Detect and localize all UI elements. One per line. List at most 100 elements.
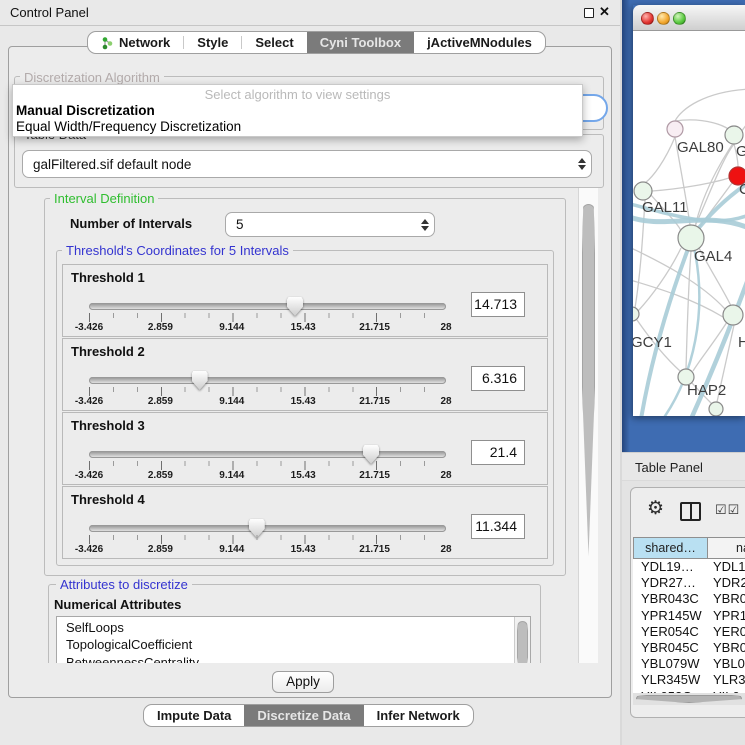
tick-label: 2.859 bbox=[148, 322, 173, 333]
node-top-right[interactable] bbox=[725, 126, 743, 144]
number-of-intervals-value: 5 bbox=[226, 217, 416, 232]
cell: YBR0 bbox=[713, 591, 745, 606]
node-label-c: C bbox=[739, 181, 745, 198]
minimize-traffic-light[interactable] bbox=[657, 12, 670, 25]
tab-impute-data[interactable]: Impute Data bbox=[144, 705, 244, 726]
close-traffic-light[interactable] bbox=[641, 12, 654, 25]
table-row[interactable]: YBR045CYBR0 bbox=[633, 640, 745, 656]
tick-label: 28 bbox=[440, 544, 451, 555]
tab-network[interactable]: Network bbox=[88, 32, 183, 53]
table-row[interactable]: YBR043C YBR0 bbox=[633, 591, 745, 607]
settings-scrollbar[interactable] bbox=[578, 188, 598, 663]
list-scrollbar[interactable] bbox=[514, 617, 530, 663]
table-horizontal-scrollbar[interactable] bbox=[633, 693, 745, 705]
column-header-shared[interactable]: shared… bbox=[633, 537, 708, 559]
cell: YLR3 bbox=[713, 672, 745, 687]
slider-tick-labels: -3.426 2.859 9.144 15.43 21.715 28 bbox=[89, 396, 446, 408]
threshold-4-slider[interactable] bbox=[89, 525, 446, 532]
slider-tick-labels: -3.426 2.859 9.144 15.43 21.715 28 bbox=[89, 544, 446, 556]
table-row[interactable]: YER054C YER0 bbox=[633, 624, 745, 640]
attributes-group-label: Attributes to discretize bbox=[56, 577, 192, 592]
popup-option-manual-discretization[interactable]: Manual Discretization bbox=[16, 103, 155, 118]
slider-ticks bbox=[89, 535, 447, 544]
numerical-attributes-list: SelfLoops TopologicalCoefficient Between… bbox=[56, 616, 531, 663]
tab-jactivemnodules[interactable]: jActiveMNodules bbox=[414, 32, 545, 53]
tab-discretize-data[interactable]: Discretize Data bbox=[244, 705, 363, 726]
threshold-3-value-field[interactable]: 21.4 bbox=[471, 440, 525, 465]
split-columns-icon[interactable] bbox=[680, 502, 701, 521]
tick-label: 21.715 bbox=[359, 322, 390, 333]
threshold-4-label: Threshold 4 bbox=[71, 492, 145, 507]
cell: YER0 bbox=[713, 624, 745, 639]
scrollbar-thumb[interactable] bbox=[636, 695, 742, 703]
tab-style[interactable]: Style bbox=[184, 32, 241, 53]
tick-label: -3.426 bbox=[75, 544, 103, 555]
tick-label: 9.144 bbox=[219, 322, 244, 333]
cell: YDL1 bbox=[713, 559, 745, 574]
table-row[interactable]: YLR345W YLR3 bbox=[633, 672, 745, 688]
table-panel-titlebar: Table Panel bbox=[622, 452, 745, 481]
list-item[interactable]: TopologicalCoefficient bbox=[57, 636, 513, 653]
threshold-3-label: Threshold 3 bbox=[71, 418, 145, 433]
table-data-combobox[interactable]: galFiltered.sif default node bbox=[22, 150, 592, 178]
float-window-icon[interactable] bbox=[584, 8, 594, 18]
zoom-traffic-light[interactable] bbox=[673, 12, 686, 25]
node-h[interactable] bbox=[723, 305, 743, 325]
select-columns-icon[interactable]: ☑☑ bbox=[715, 502, 740, 518]
tab-select[interactable]: Select bbox=[242, 32, 306, 53]
node-bottom[interactable] bbox=[709, 402, 723, 416]
threshold-1-value-field[interactable]: 14.713 bbox=[471, 292, 525, 317]
node-gal80[interactable] bbox=[667, 121, 683, 137]
close-icon[interactable]: ✕ bbox=[599, 4, 610, 20]
threshold-4-value-field[interactable]: 11.344 bbox=[471, 514, 525, 539]
control-panel-tabs: Network Style Select Cyni Toolbox jActiv… bbox=[87, 31, 546, 54]
tick-label: 2.859 bbox=[148, 396, 173, 407]
node-gal11[interactable] bbox=[634, 182, 652, 200]
cell: YBL079W bbox=[641, 656, 700, 671]
tab-jactivemnodules-label: jActiveMNodules bbox=[427, 35, 532, 50]
tick-label: 28 bbox=[440, 396, 451, 407]
tab-cyni-toolbox[interactable]: Cyni Toolbox bbox=[307, 32, 414, 53]
network-view-window: GAL80 GA C GAL11 GAL4 GCY1 H HAP2 bbox=[633, 5, 745, 416]
node-label-gal11: GAL11 bbox=[642, 199, 688, 216]
slider-ticks bbox=[89, 387, 447, 396]
threshold-3-slider[interactable] bbox=[89, 451, 446, 458]
apply-button[interactable]: Apply bbox=[272, 671, 334, 693]
threshold-1-slider[interactable] bbox=[89, 303, 446, 310]
cell: YPR1 bbox=[713, 608, 745, 623]
popup-option-equal-width-frequency[interactable]: Equal Width/Frequency Discretization bbox=[16, 119, 241, 134]
tab-select-label: Select bbox=[255, 35, 293, 50]
number-of-intervals-combobox[interactable]: 5 bbox=[225, 212, 435, 237]
cell: YLR345W bbox=[641, 672, 700, 687]
tab-style-label: Style bbox=[197, 35, 228, 50]
slider-tick-labels: -3.426 2.859 9.144 15.43 21.715 28 bbox=[89, 322, 446, 334]
numerical-attributes-label: Numerical Attributes bbox=[54, 597, 181, 612]
cell: YBR043C bbox=[641, 591, 699, 606]
scrollbar-thumb[interactable] bbox=[517, 621, 528, 663]
table-row[interactable]: YDR27…YDR2 bbox=[633, 575, 745, 591]
table-row[interactable]: YPR145WYPR1 bbox=[633, 608, 745, 624]
network-window-titlebar[interactable] bbox=[633, 5, 745, 31]
threshold-4-panel: Threshold 4 -3.426 2.859 9.144 15.43 21.… bbox=[62, 486, 548, 559]
threshold-1-label: Threshold 1 bbox=[71, 270, 145, 285]
discretization-algorithm-group-label: Discretization Algorithm bbox=[20, 70, 164, 85]
list-item[interactable]: BetweennessCentrality bbox=[57, 654, 513, 663]
table-panel-title: Table Panel bbox=[635, 460, 703, 475]
node-gcy1[interactable] bbox=[633, 307, 639, 321]
node-label-ga: GA bbox=[736, 143, 745, 160]
list-item[interactable]: SelfLoops bbox=[57, 619, 513, 636]
network-canvas[interactable]: GAL80 GA C GAL11 GAL4 GCY1 H HAP2 bbox=[633, 31, 745, 416]
tab-infer-network[interactable]: Infer Network bbox=[364, 705, 473, 726]
column-header-name[interactable]: na bbox=[707, 537, 745, 559]
threshold-2-slider[interactable] bbox=[89, 377, 446, 384]
network-icon bbox=[101, 36, 114, 50]
interval-definition-group-label: Interval Definition bbox=[50, 191, 158, 206]
cell: YER054C bbox=[641, 624, 699, 639]
threshold-2-value-field[interactable]: 6.316 bbox=[471, 366, 525, 391]
tick-label: 15.43 bbox=[291, 470, 316, 481]
gear-icon[interactable]: ⚙ bbox=[647, 497, 664, 520]
table-row[interactable]: YDL19…YDL1 bbox=[633, 559, 745, 575]
tab-impute-data-label: Impute Data bbox=[157, 708, 231, 723]
scrollbar-thumb[interactable] bbox=[582, 204, 595, 556]
table-row[interactable]: YBL079WYBL0 bbox=[633, 656, 745, 672]
